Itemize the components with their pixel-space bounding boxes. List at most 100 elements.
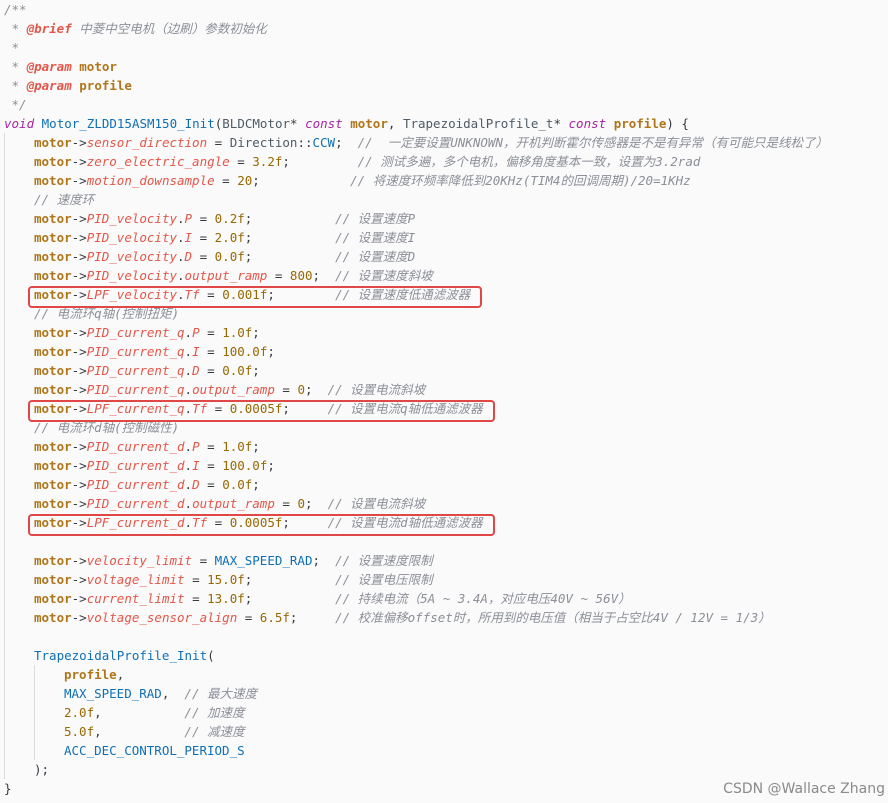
code-line-content: motor->PID_velocity.output_ramp = 800; /… [34,268,433,283]
code-token: 3.2f [252,154,283,169]
code-line[interactable]: // 速度环 [4,190,884,209]
code-token: motor [79,59,117,74]
code-line[interactable]: motor->PID_current_q.P = 1.0f; [4,323,884,342]
code-token: , [387,116,403,131]
code-token: ; [304,382,328,397]
code-token: TrapezoidalProfile_t [402,116,554,131]
code-token: = [207,401,230,416]
code-token: voltage_limit [86,572,185,587]
code-line[interactable]: TrapezoidalProfile_Init( [4,646,884,665]
indent-guide [4,285,5,304]
code-line[interactable]: motor->PID_velocity.P = 0.2f; // 设置速度P [4,209,884,228]
code-line[interactable]: ACC_DEC_CONTROL_PERIOD_S [4,741,884,760]
code-line-content: MAX_SPEED_RAD, // 最大速度 [64,686,257,701]
code-token: 0 [297,382,305,397]
code-line[interactable]: motor->LPF_velocity.Tf = 0.001f; // 设置速度… [4,285,884,304]
code-token: // 设置速度I [335,230,416,245]
code-line[interactable]: motor->PID_current_d.output_ramp = 0; //… [4,494,884,513]
code-token: -> [71,591,87,606]
code-token: 2.0f [64,705,95,720]
code-token: profile [79,78,132,93]
code-line-content: // 速度环 [34,192,94,207]
code-token: . [177,230,185,245]
code-line[interactable] [4,532,884,551]
code-line[interactable]: MAX_SPEED_RAD, // 最大速度 [4,684,884,703]
code-token: profile [613,116,667,131]
code-token: 0.0f [222,477,253,492]
code-token: PID_current_d [86,496,185,511]
indent-guide [4,133,5,152]
code-line[interactable]: motor->PID_current_d.D = 0.0f; [4,475,884,494]
code-line[interactable]: motor->PID_current_d.P = 1.0f; [4,437,884,456]
code-line[interactable]: motor->PID_current_q.D = 0.0f; [4,361,884,380]
code-line-content: motor->PID_current_d.I = 100.0f; [34,458,275,473]
code-token: PID_velocity [86,230,178,245]
code-line[interactable]: motor->PID_velocity.I = 2.0f; // 设置速度I [4,228,884,247]
code-token: motor [34,135,72,150]
code-line[interactable]: * @param motor [4,57,884,76]
code-token: ( [207,648,215,663]
code-token: motor [34,515,72,530]
code-line[interactable]: // 电流环d轴(控制磁性) [4,418,884,437]
code-token: * [4,40,20,55]
code-line[interactable]: void Motor_ZLDD15ASM150_Init(BLDCMotor* … [4,114,884,133]
code-token: // 测试多遍，多个电机，偏移角度基本一致，设置为3.2rad [357,154,701,169]
code-token: profile [64,667,117,682]
code-token: -> [71,249,87,264]
indent-guide [4,266,5,285]
code-line[interactable]: * @param profile [4,76,884,95]
code-line[interactable]: motor->voltage_limit = 15.0f; // 设置电压限制 [4,570,884,589]
code-token: @param [26,59,72,74]
code-token: :: [297,135,313,150]
code-line[interactable]: motor->PID_current_q.output_ramp = 0; //… [4,380,884,399]
code-line-content: motor->voltage_limit = 15.0f; // 设置电压限制 [34,572,433,587]
code-token: motor [34,458,72,473]
code-token: motor [34,477,72,492]
code-token: , [161,686,185,701]
code-line[interactable] [4,627,884,646]
code-line[interactable]: motor->sensor_direction = Direction::CCW… [4,133,884,152]
code-line[interactable]: ); [4,760,884,779]
code-line[interactable]: motor->velocity_limit = MAX_SPEED_RAD; /… [4,551,884,570]
indent-guide [4,304,5,323]
code-line[interactable]: motor->voltage_sensor_align = 6.5f; // 校… [4,608,884,627]
code-line[interactable]: motor->current_limit = 13.0f; // 持续电流（5A… [4,589,884,608]
code-line-content: // 电流环d轴(控制磁性) [34,420,179,435]
indent-guide [4,475,5,494]
code-line[interactable]: motor->PID_velocity.output_ramp = 800; /… [4,266,884,285]
code-line[interactable]: * @brief 中菱中空电机（边刷）参数初始化 [4,19,884,38]
code-line[interactable]: motor->PID_velocity.D = 0.0f; // 设置速度D [4,247,884,266]
code-line[interactable]: motor->LPF_current_d.Tf = 0.0005f; // 设置… [4,513,884,532]
code-line-content: 5.0f, // 减速度 [64,724,245,739]
indent-guide [34,684,35,703]
code-token: = [199,477,223,492]
code-line[interactable]: profile, [4,665,884,684]
code-line[interactable]: /** [4,0,884,19]
code-token: 13.0f [207,591,245,606]
code-token: motor [34,439,72,454]
code-line[interactable]: motor->zero_electric_angle = 3.2f; // 测试… [4,152,884,171]
code-token: = [237,610,260,625]
code-token: motor [34,572,72,587]
code-line[interactable]: * [4,38,884,57]
code-token: -> [71,268,87,283]
code-line[interactable]: motor->motion_downsample = 20; // 将速度环频率… [4,171,884,190]
code-line[interactable]: 2.0f, // 加速度 [4,703,884,722]
code-line[interactable]: motor->LPF_current_q.Tf = 0.0005f; // 设置… [4,399,884,418]
code-token: -> [71,325,87,340]
code-line[interactable]: motor->PID_current_d.I = 100.0f; [4,456,884,475]
code-line[interactable]: // 电流环q轴(控制扭矩) [4,304,884,323]
code-line[interactable]: 5.0f, // 减速度 [4,722,884,741]
code-token: motor [34,154,72,169]
code-token: -> [71,458,87,473]
code-editor[interactable]: /** * @brief 中菱中空电机（边刷）参数初始化 * * @param … [4,0,884,798]
code-token: // 设置电压限制 [335,572,433,587]
code-token: velocity_limit [86,553,193,568]
indent-guide [4,627,5,646]
code-line-content: * @brief 中菱中空电机（边刷）参数初始化 [4,21,267,36]
code-line[interactable]: motor->PID_current_q.I = 100.0f; [4,342,884,361]
code-line[interactable]: */ [4,95,884,114]
